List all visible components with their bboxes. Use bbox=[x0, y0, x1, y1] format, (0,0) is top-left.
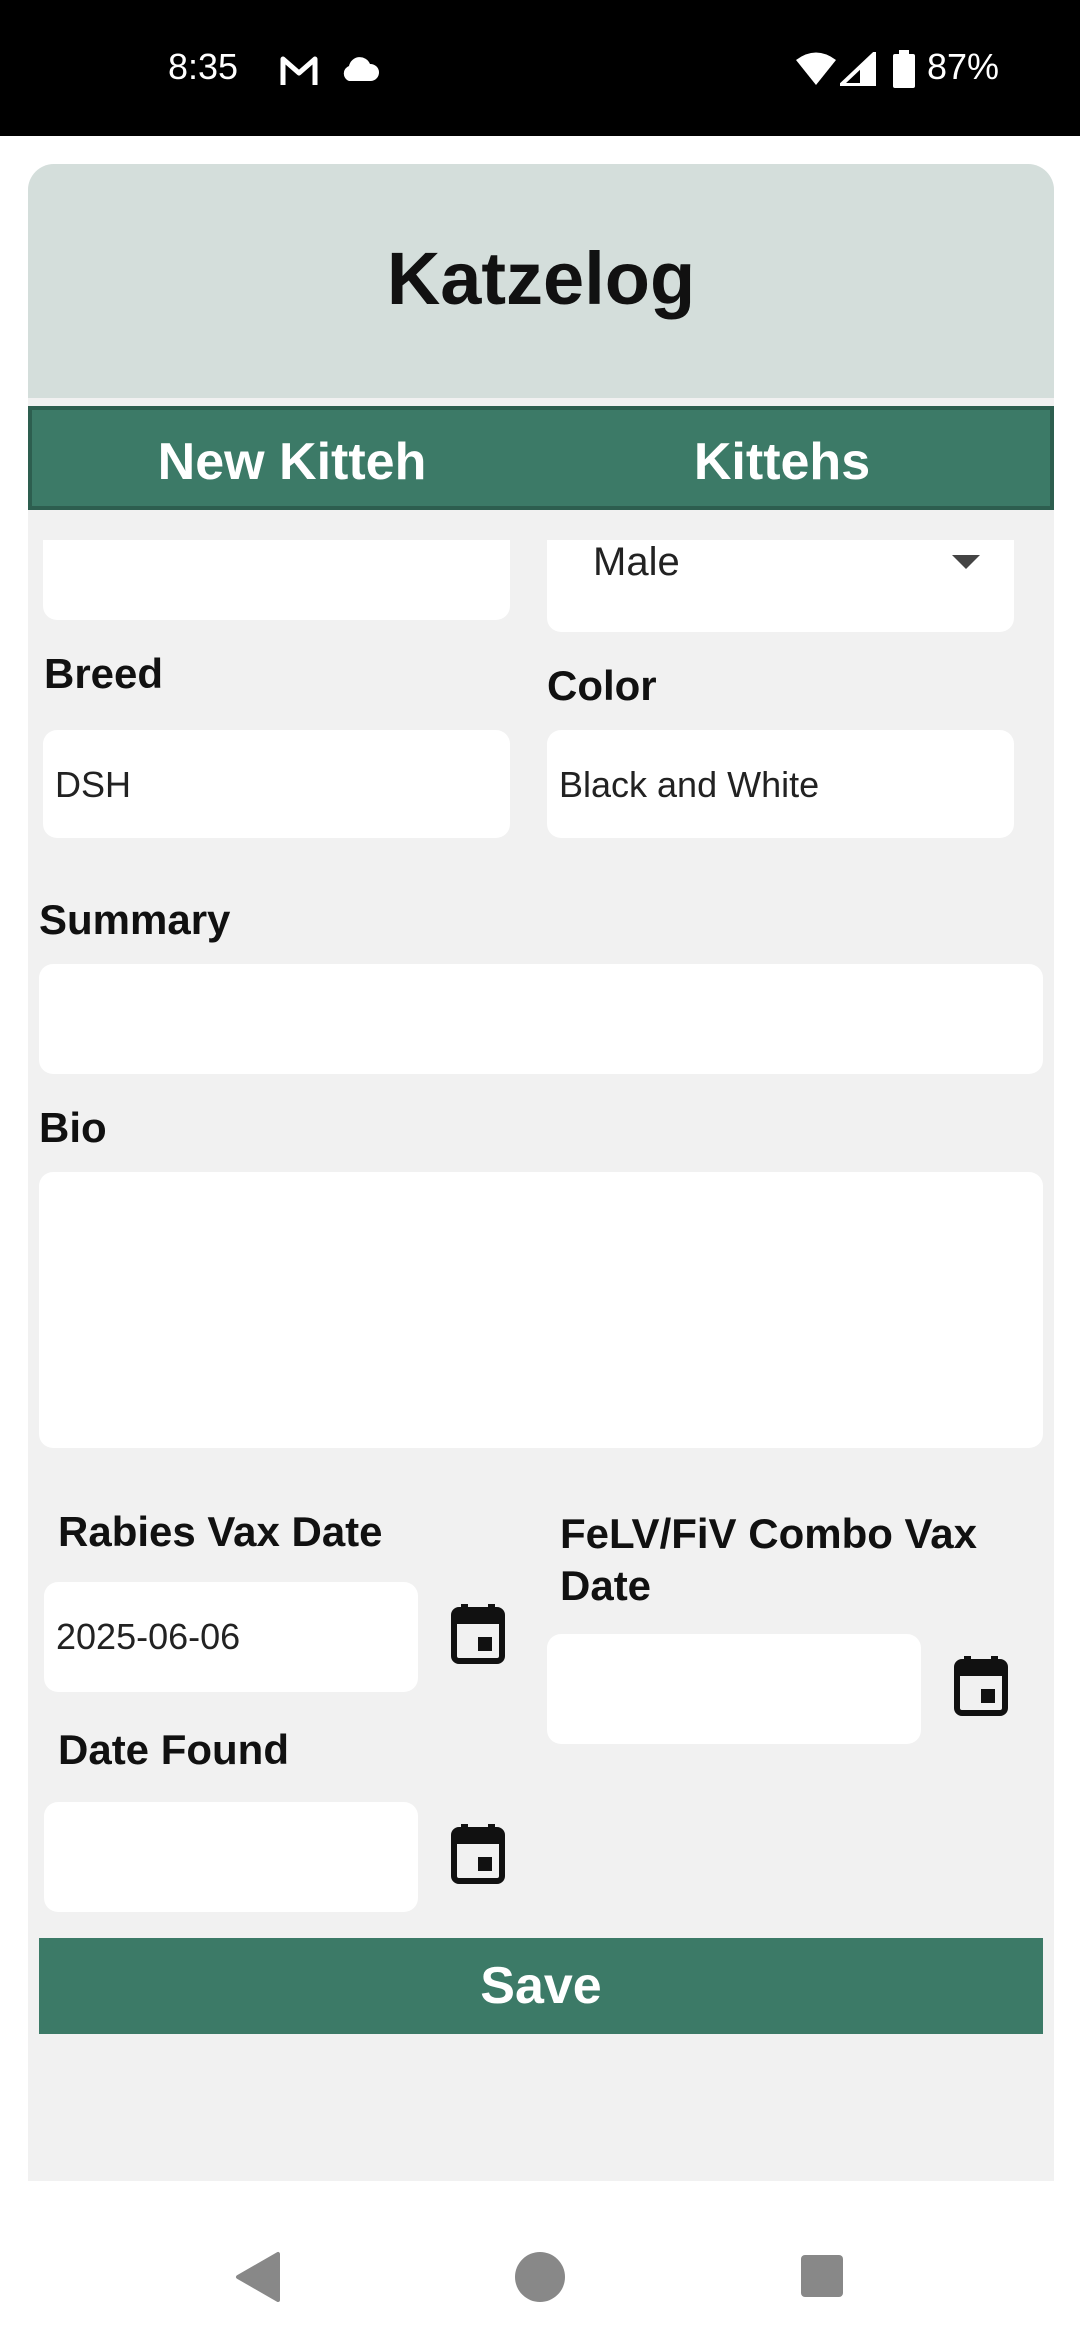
save-button[interactable]: Save bbox=[39, 1938, 1043, 2034]
tab-bar: New Kitteh Kittehs bbox=[28, 406, 1054, 510]
felv-calendar-icon[interactable] bbox=[954, 1656, 1008, 1716]
app-card: Katzelog New Kitteh Kittehs Male Breed C… bbox=[28, 164, 1054, 2181]
dropdown-arrow-icon bbox=[952, 555, 980, 569]
bio-input[interactable] bbox=[39, 1172, 1043, 1448]
back-icon[interactable] bbox=[234, 2251, 282, 2303]
felv-vax-date-input[interactable] bbox=[547, 1634, 921, 1744]
battery-percentage: 87% bbox=[927, 46, 1000, 87]
battery-icon bbox=[893, 50, 915, 88]
home-icon[interactable] bbox=[514, 2251, 566, 2303]
color-value: Black and White bbox=[559, 764, 820, 805]
bio-label: Bio bbox=[39, 1104, 107, 1151]
rabies-vax-date-value: 2025-06-06 bbox=[56, 1616, 241, 1657]
name-field[interactable] bbox=[43, 540, 510, 620]
felv-vax-label: FeLV/FiV Combo Vax Date bbox=[560, 1510, 977, 1609]
gmail-icon bbox=[280, 56, 318, 85]
breed-label: Breed bbox=[44, 650, 164, 697]
status-bar: 8:35 87% bbox=[0, 0, 1080, 136]
rabies-vax-label: Rabies Vax Date bbox=[58, 1508, 383, 1555]
date-found-input[interactable] bbox=[44, 1802, 418, 1912]
breed-input[interactable]: DSH bbox=[43, 730, 510, 838]
signal-icon bbox=[840, 52, 876, 86]
date-found-calendar-icon[interactable] bbox=[451, 1824, 505, 1884]
date-found-label: Date Found bbox=[58, 1726, 289, 1773]
rabies-vax-date-input[interactable]: 2025-06-06 bbox=[44, 1582, 418, 1692]
summary-input[interactable] bbox=[39, 964, 1043, 1074]
color-input[interactable]: Black and White bbox=[547, 730, 1014, 838]
breed-value: DSH bbox=[55, 764, 132, 805]
recents-icon[interactable] bbox=[800, 2254, 844, 2298]
app-title: Katzelog bbox=[386, 237, 696, 320]
wifi-icon bbox=[796, 52, 836, 85]
rabies-calendar-icon[interactable] bbox=[451, 1604, 505, 1664]
sex-select-value: Male bbox=[593, 540, 680, 584]
sex-select[interactable]: Male bbox=[547, 540, 1014, 632]
tab-new-kitteh[interactable]: New Kitteh bbox=[92, 432, 492, 492]
status-time: 8:35 bbox=[168, 46, 239, 87]
summary-label: Summary bbox=[39, 896, 231, 943]
color-label: Color bbox=[547, 662, 657, 709]
tab-kittehs[interactable]: Kittehs bbox=[582, 432, 982, 492]
app-header: Katzelog bbox=[28, 164, 1054, 398]
navigation-bar bbox=[0, 2181, 1080, 2340]
cloud-icon bbox=[343, 57, 380, 81]
